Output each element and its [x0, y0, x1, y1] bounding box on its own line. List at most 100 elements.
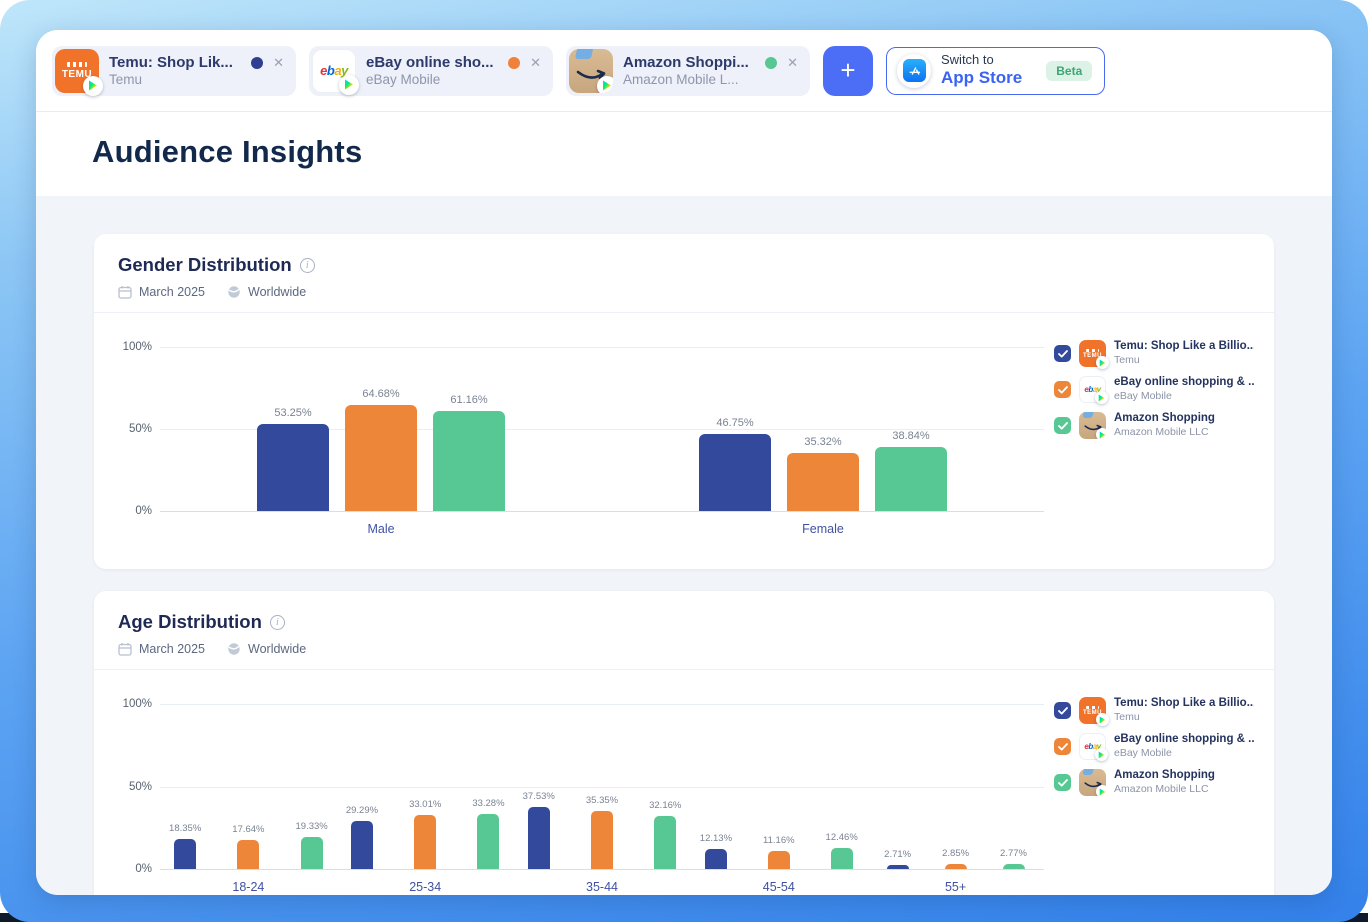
legend-item-temu[interactable]: TEMU Temu: Shop Like a Billio... Temu: [1054, 338, 1254, 369]
page-header: Audience Insights: [36, 112, 1332, 196]
checkbox-checked-icon[interactable]: [1054, 381, 1071, 398]
checkbox-checked-icon[interactable]: [1054, 738, 1071, 755]
close-icon[interactable]: ✕: [271, 55, 286, 70]
switch-to-app-store-button[interactable]: Switch to App Store Beta: [886, 47, 1105, 95]
bar[interactable]: [433, 411, 505, 511]
legend-item-amazon[interactable]: Amazon Shopping Amazon Mobile LLC: [1054, 767, 1254, 798]
amazon-app-icon: [1079, 769, 1106, 796]
age-card-title: Age Distribution: [118, 611, 262, 633]
bar[interactable]: [591, 811, 613, 869]
category-label: 35-44: [514, 880, 691, 894]
switch-to-label: Switch to: [941, 53, 1022, 68]
google-play-badge-icon: [1096, 713, 1109, 726]
bar-column: 53.25%: [257, 407, 329, 511]
bar-value-label: 46.75%: [716, 417, 753, 429]
bar[interactable]: [768, 851, 790, 869]
bar-value-label: 12.13%: [700, 833, 732, 844]
legend-subtitle: eBay Mobile: [1114, 390, 1254, 403]
legend-item-ebay[interactable]: ebay eBay online shopping & ... eBay Mob…: [1054, 374, 1254, 405]
gender-period-label: March 2025: [139, 285, 205, 299]
legend-item-temu[interactable]: TEMU Temu: Shop Like a Billio... Temu: [1054, 695, 1254, 726]
bar-column: 19.33%: [296, 821, 328, 869]
ebay-app-icon: ebay: [312, 49, 356, 93]
bar[interactable]: [301, 837, 323, 869]
bar-value-label: 12.46%: [826, 832, 858, 843]
legend-item-ebay[interactable]: ebay eBay online shopping & ... eBay Mob…: [1054, 731, 1254, 762]
bar[interactable]: [528, 807, 550, 869]
gender-region-label: Worldwide: [248, 285, 306, 299]
bar[interactable]: [699, 434, 771, 511]
age-bar-groups: 18.35%17.64%19.33%18-2429.29%33.01%33.28…: [160, 704, 1044, 869]
bar-column: 37.53%: [523, 791, 555, 869]
bar-group: 53.25%64.68%61.16%Male: [160, 347, 602, 511]
bar-value-label: 38.84%: [892, 430, 929, 442]
bar[interactable]: [945, 864, 967, 869]
bar-group: 12.13%11.16%12.46%45-54: [690, 704, 867, 869]
temu-series-color-dot: [251, 57, 263, 69]
legend-subtitle: eBay Mobile: [1114, 747, 1254, 760]
checkbox-checked-icon[interactable]: [1054, 702, 1071, 719]
bar-column: 35.35%: [586, 795, 618, 869]
bar-column: 33.28%: [472, 798, 504, 869]
close-icon[interactable]: ✕: [785, 55, 800, 70]
bar-group: 2.71%2.85%2.77%55+: [867, 704, 1044, 869]
checkbox-checked-icon[interactable]: [1054, 417, 1071, 434]
tab-amazon-text: Amazon Shoppi... ✕ Amazon Mobile L...: [623, 54, 800, 87]
bar[interactable]: [477, 814, 499, 869]
legend-subtitle: Temu: [1114, 711, 1254, 724]
tab-ebay-text: eBay online sho... ✕ eBay Mobile: [366, 54, 543, 87]
checkbox-checked-icon[interactable]: [1054, 345, 1071, 362]
bar[interactable]: [875, 447, 947, 511]
bar-column: 11.16%: [763, 835, 795, 869]
bar-group: 37.53%35.35%32.16%35-44: [514, 704, 691, 869]
legend-title: eBay online shopping & ...: [1114, 733, 1254, 747]
age-y-axis: 100%50%0%: [114, 704, 160, 869]
y-axis-tick-label: 100%: [123, 341, 152, 353]
category-label: Female: [602, 522, 1044, 536]
gender-card-header: Gender Distribution i March 2025 Worldwi…: [94, 234, 1274, 312]
gender-card-title: Gender Distribution: [118, 254, 292, 276]
bar[interactable]: [1003, 864, 1025, 869]
category-label: Male: [160, 522, 602, 536]
tab-temu[interactable]: TEMU Temu: Shop Lik... ✕ Temu: [52, 46, 296, 96]
category-label: 25-34: [337, 880, 514, 894]
tab-amazon-title: Amazon Shoppi...: [623, 54, 749, 71]
bar[interactable]: [237, 840, 259, 869]
info-icon[interactable]: i: [300, 258, 315, 273]
bar[interactable]: [654, 816, 676, 869]
age-card-header: Age Distribution i March 2025 Worldwide: [94, 591, 1274, 669]
tab-ebay[interactable]: ebay eBay online sho... ✕ eBay Mobile: [309, 46, 553, 96]
bar-group: 18.35%17.64%19.33%18-24: [160, 704, 337, 869]
main-content: Gender Distribution i March 2025 Worldwi…: [36, 196, 1332, 895]
amazon-icon-tape: [1082, 769, 1093, 775]
bar-column: 61.16%: [433, 394, 505, 511]
bar[interactable]: [345, 405, 417, 511]
bar-value-label: 18.35%: [169, 823, 201, 834]
bar[interactable]: [887, 865, 909, 869]
category-label: 45-54: [690, 880, 867, 894]
bar-column: 18.35%: [169, 823, 201, 869]
legend-item-amazon[interactable]: Amazon Shopping Amazon Mobile LLC: [1054, 410, 1254, 441]
app-store-label: App Store: [941, 68, 1022, 88]
bar[interactable]: [831, 848, 853, 869]
calendar-icon: [118, 285, 132, 299]
gender-plot-area: 53.25%64.68%61.16%Male46.75%35.32%38.84%…: [160, 347, 1044, 511]
tab-temu-subtitle: Temu: [109, 72, 286, 87]
bar[interactable]: [705, 849, 727, 869]
info-icon[interactable]: i: [270, 615, 285, 630]
y-axis-tick-label: 50%: [129, 781, 152, 793]
checkbox-checked-icon[interactable]: [1054, 774, 1071, 791]
bar[interactable]: [257, 424, 329, 511]
bar[interactable]: [174, 839, 196, 869]
add-app-button[interactable]: +: [823, 46, 873, 96]
bar-value-label: 2.85%: [942, 848, 969, 859]
gender-legend: TEMU Temu: Shop Like a Billio... Temu: [1054, 338, 1254, 441]
bar[interactable]: [351, 821, 373, 869]
app-store-icon: [903, 59, 926, 82]
bar[interactable]: [787, 453, 859, 511]
tab-amazon[interactable]: Amazon Shoppi... ✕ Amazon Mobile L...: [566, 46, 810, 96]
google-play-badge-icon: [339, 75, 359, 95]
bar[interactable]: [414, 815, 436, 869]
app-comparison-tabbar: TEMU Temu: Shop Lik... ✕ Temu: [36, 30, 1332, 112]
close-icon[interactable]: ✕: [528, 55, 543, 70]
